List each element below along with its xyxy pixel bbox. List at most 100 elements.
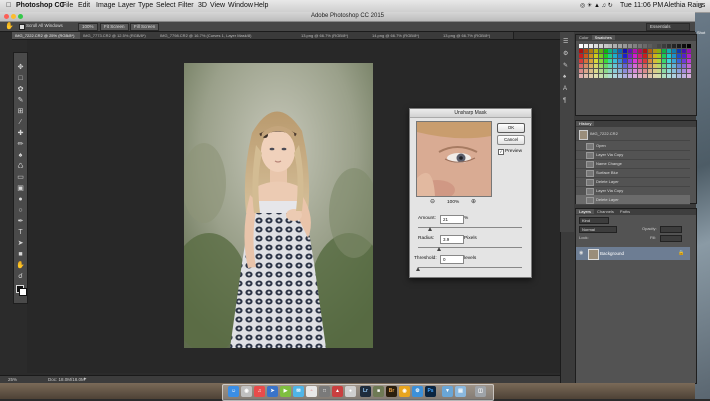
fit-screen-button[interactable]: Fit Screen <box>100 23 129 31</box>
tab-history[interactable]: History <box>576 121 595 126</box>
swatch[interactable] <box>672 49 677 53</box>
swatch[interactable] <box>667 49 672 53</box>
menubar-clock[interactable]: Tue 11:06 PM <box>620 2 663 9</box>
preview-window[interactable] <box>416 121 492 197</box>
zoom-tool-icon[interactable]: ☌ <box>16 272 25 281</box>
swatch[interactable] <box>618 44 623 48</box>
clone-source-panel-icon[interactable]: ♠ <box>563 74 566 80</box>
swatch[interactable] <box>662 74 667 78</box>
swatch[interactable] <box>593 44 598 48</box>
launchpad-icon[interactable]: ◉ <box>241 386 252 397</box>
scroll-all-checkbox[interactable] <box>19 24 25 30</box>
swatch[interactable] <box>632 64 637 68</box>
opacity-field[interactable] <box>660 226 682 233</box>
radius-slider-track[interactable] <box>418 247 522 248</box>
swatch[interactable] <box>618 64 623 68</box>
swatch[interactable] <box>628 59 632 63</box>
chrome-icon[interactable]: ◉ <box>399 386 410 397</box>
layer-visibility-eye-icon[interactable]: ◉ <box>579 250 583 256</box>
swatch[interactable] <box>608 54 613 58</box>
swatch[interactable] <box>642 59 647 63</box>
layer-filter-kind-select[interactable]: Kind <box>579 217 609 224</box>
swatch[interactable] <box>613 59 618 63</box>
status-arrow-icon[interactable]: ▸ <box>84 376 87 382</box>
swatch[interactable] <box>657 44 662 48</box>
swatch[interactable] <box>652 64 657 68</box>
menu-view[interactable]: View <box>210 2 225 9</box>
marquee-tool-icon[interactable]: □ <box>16 74 25 83</box>
zoom-in-icon[interactable]: ⊕ <box>471 198 476 205</box>
zoom-100-button[interactable]: 100% <box>78 23 98 31</box>
swatch[interactable] <box>598 64 603 68</box>
swatch[interactable] <box>583 64 588 68</box>
move-tool-icon[interactable]: ✥ <box>16 63 25 72</box>
swatch[interactable] <box>583 44 588 48</box>
swatch[interactable] <box>579 49 583 53</box>
swatch[interactable] <box>657 64 662 68</box>
dodge-tool-icon[interactable]: ○ <box>16 206 25 215</box>
swatch[interactable] <box>593 64 598 68</box>
swatch[interactable] <box>637 49 642 53</box>
swatch[interactable] <box>608 44 613 48</box>
path-select-tool-icon[interactable]: ➤ <box>16 239 25 248</box>
swatch[interactable] <box>618 49 623 53</box>
amount-field[interactable]: 21 <box>440 215 464 224</box>
messages-icon[interactable]: ✉ <box>293 386 304 397</box>
swatch[interactable] <box>608 64 613 68</box>
swatch[interactable] <box>681 69 686 73</box>
swatch[interactable] <box>632 69 637 73</box>
swatch[interactable] <box>593 54 598 58</box>
swatch[interactable] <box>647 64 652 68</box>
history-panel-icon[interactable]: ☰ <box>563 38 568 45</box>
history-snapshot[interactable]: IMG_7222.CR2 <box>576 128 690 141</box>
type-tool-icon[interactable]: T <box>16 228 25 237</box>
swatch[interactable] <box>603 54 608 58</box>
status-zoom[interactable]: 25% <box>8 377 17 382</box>
threshold-field[interactable]: 0 <box>440 255 464 264</box>
history-item-current[interactable]: Delete Layer <box>576 195 690 205</box>
swatch[interactable] <box>637 64 642 68</box>
tab-paths[interactable]: Paths <box>617 209 633 214</box>
swatch[interactable] <box>583 54 588 58</box>
swatch[interactable] <box>623 44 628 48</box>
swatch[interactable] <box>652 44 657 48</box>
swatch[interactable] <box>608 74 613 78</box>
swatch[interactable] <box>677 49 681 53</box>
swatch[interactable] <box>588 74 593 78</box>
swatch[interactable] <box>598 59 603 63</box>
swatch[interactable] <box>623 59 628 63</box>
eraser-tool-icon[interactable]: ▭ <box>16 173 25 182</box>
lasso-tool-icon[interactable]: ✿ <box>16 85 25 94</box>
swatch[interactable] <box>588 49 593 53</box>
swatch[interactable] <box>618 54 623 58</box>
swatch[interactable] <box>632 59 637 63</box>
workspace-select[interactable]: Essentials <box>646 23 690 31</box>
amount-slider-thumb[interactable] <box>428 227 433 231</box>
background-color-swatch[interactable] <box>19 288 27 296</box>
acrobat-icon[interactable]: ▲ <box>332 386 343 397</box>
swatch[interactable] <box>662 49 667 53</box>
tab-channels[interactable]: Channels <box>594 209 617 214</box>
ok-button[interactable]: OK <box>497 123 525 133</box>
swatch[interactable] <box>677 74 681 78</box>
swatch[interactable] <box>583 59 588 63</box>
swatch[interactable] <box>681 64 686 68</box>
swatch[interactable] <box>603 59 608 63</box>
downloads-folder-icon[interactable]: ▼ <box>442 386 453 397</box>
swatch[interactable] <box>603 64 608 68</box>
radius-slider-thumb[interactable] <box>436 247 441 251</box>
app-icon[interactable]: ■ <box>373 386 384 397</box>
swatch[interactable] <box>662 64 667 68</box>
character-panel-icon[interactable]: A <box>563 86 567 92</box>
swatch[interactable] <box>579 44 583 48</box>
swatch[interactable] <box>652 59 657 63</box>
swatch[interactable] <box>667 74 672 78</box>
swatch[interactable] <box>662 69 667 73</box>
swatch[interactable] <box>588 69 593 73</box>
swatch[interactable] <box>681 54 686 58</box>
swatch[interactable] <box>681 59 686 63</box>
quick-select-tool-icon[interactable]: ✎ <box>16 96 25 105</box>
history-brush-tool-icon[interactable]: ♺ <box>16 162 25 171</box>
swatch[interactable] <box>652 54 657 58</box>
tab-layers[interactable]: Layers <box>576 209 595 214</box>
